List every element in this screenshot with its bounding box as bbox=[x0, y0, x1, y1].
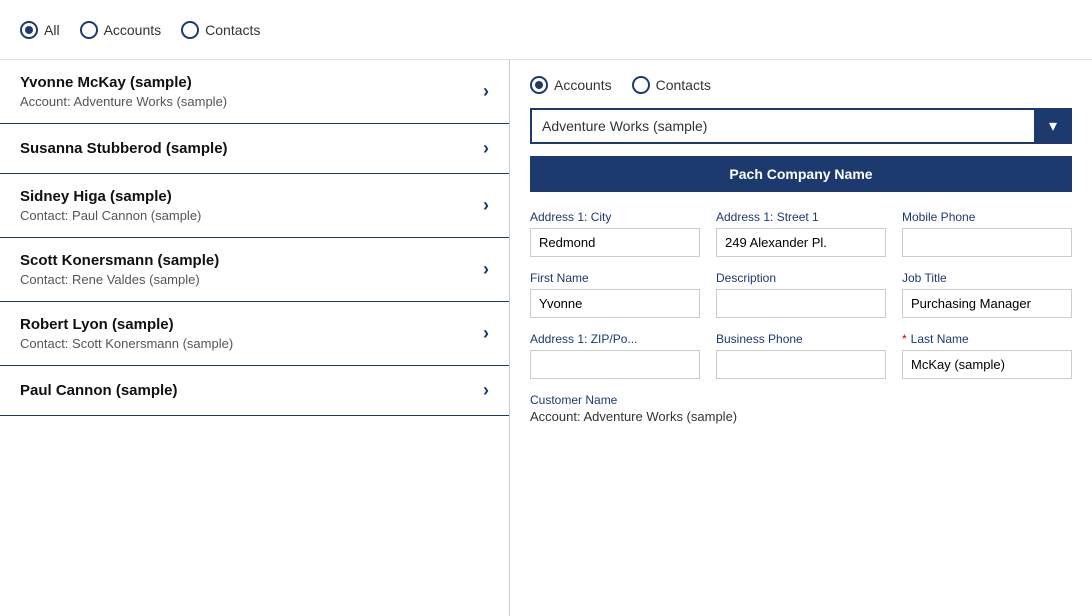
right-detail-panel: Accounts Contacts Adventure Works (sample)… bbox=[510, 60, 1092, 616]
right-radio-circle-contacts bbox=[632, 76, 650, 94]
list-item-sub: Contact: Rene Valdes (sample) bbox=[20, 272, 219, 287]
list-item-content: Paul Cannon (sample) bbox=[20, 382, 178, 399]
list-item-sub: Contact: Scott Konersmann (sample) bbox=[20, 336, 233, 351]
list-item-name: Yvonne McKay (sample) bbox=[20, 74, 227, 91]
form-field-city: Address 1: City bbox=[530, 210, 700, 257]
top-filter-bar: All Accounts Contacts bbox=[0, 0, 1092, 60]
list-item-name: Robert Lyon (sample) bbox=[20, 316, 233, 333]
form-input-mobile[interactable] bbox=[902, 228, 1072, 257]
form-field-mobile: Mobile Phone bbox=[902, 210, 1072, 257]
filter-radio-accounts[interactable]: Accounts bbox=[80, 21, 162, 39]
filter-label-all: All bbox=[44, 22, 60, 38]
form-input-bizphone[interactable] bbox=[716, 350, 886, 379]
form-field-street1: Address 1: Street 1 bbox=[716, 210, 886, 257]
chevron-right-icon: › bbox=[483, 138, 489, 159]
list-item[interactable]: Susanna Stubberod (sample) › bbox=[0, 124, 509, 174]
filter-label-contacts: Contacts bbox=[205, 22, 260, 38]
form-field-description: Description bbox=[716, 271, 886, 318]
required-asterisk: * bbox=[902, 332, 907, 346]
account-dropdown-container: Adventure Works (sample)▾ bbox=[530, 108, 1072, 144]
form-field-jobtitle: Job Title bbox=[902, 271, 1072, 318]
list-item[interactable]: Robert Lyon (sample) Contact: Scott Koner… bbox=[0, 302, 509, 366]
list-item-sub: Account: Adventure Works (sample) bbox=[20, 94, 227, 109]
list-item[interactable]: Yvonne McKay (sample) Account: Adventure … bbox=[0, 60, 509, 124]
right-radio-circle-accounts bbox=[530, 76, 548, 94]
list-item[interactable]: Paul Cannon (sample) › bbox=[0, 366, 509, 416]
form-label-city: Address 1: City bbox=[530, 210, 700, 224]
form-label-jobtitle: Job Title bbox=[902, 271, 1072, 285]
list-item-name: Sidney Higa (sample) bbox=[20, 188, 201, 205]
account-dropdown[interactable]: Adventure Works (sample) bbox=[530, 108, 1072, 144]
list-item[interactable]: Sidney Higa (sample) Contact: Paul Cannon… bbox=[0, 174, 509, 238]
list-item-content: Yvonne McKay (sample) Account: Adventure … bbox=[20, 74, 227, 109]
form-label-lastname: *Last Name bbox=[902, 332, 1072, 346]
patch-company-name-button[interactable]: Pach Company Name bbox=[530, 156, 1072, 192]
list-item-content: Robert Lyon (sample) Contact: Scott Koner… bbox=[20, 316, 233, 351]
form-label-description: Description bbox=[716, 271, 886, 285]
form-input-street1[interactable] bbox=[716, 228, 886, 257]
form-input-zip[interactable] bbox=[530, 350, 700, 379]
filter-label-accounts: Accounts bbox=[104, 22, 162, 38]
form-field-firstname: First Name bbox=[530, 271, 700, 318]
chevron-right-icon: › bbox=[483, 380, 489, 401]
form-label-bizphone: Business Phone bbox=[716, 332, 886, 346]
right-filter-label-accounts: Accounts bbox=[554, 77, 612, 93]
radio-circle-contacts bbox=[181, 21, 199, 39]
list-item-content: Sidney Higa (sample) Contact: Paul Cannon… bbox=[20, 188, 201, 223]
list-item-sub: Contact: Paul Cannon (sample) bbox=[20, 208, 201, 223]
right-filter-radio-contacts[interactable]: Contacts bbox=[632, 76, 711, 94]
list-item-name: Susanna Stubberod (sample) bbox=[20, 140, 228, 157]
form-label-street1: Address 1: Street 1 bbox=[716, 210, 886, 224]
form-input-firstname[interactable] bbox=[530, 289, 700, 318]
form-input-city[interactable] bbox=[530, 228, 700, 257]
chevron-right-icon: › bbox=[483, 259, 489, 280]
filter-radio-all[interactable]: All bbox=[20, 21, 60, 39]
list-item-name: Scott Konersmann (sample) bbox=[20, 252, 219, 269]
form-label-zip: Address 1: ZIP/Po... bbox=[530, 332, 700, 346]
form-input-jobtitle[interactable] bbox=[902, 289, 1072, 318]
form-input-description[interactable] bbox=[716, 289, 886, 318]
right-filter-label-contacts: Contacts bbox=[656, 77, 711, 93]
list-item-content: Susanna Stubberod (sample) bbox=[20, 140, 228, 157]
form-field-zip: Address 1: ZIP/Po... bbox=[530, 332, 700, 379]
right-radio-row: Accounts Contacts bbox=[530, 76, 1072, 94]
right-filter-radio-accounts[interactable]: Accounts bbox=[530, 76, 612, 94]
form-field-bizphone: Business Phone bbox=[716, 332, 886, 379]
customer-name-value: Account: Adventure Works (sample) bbox=[530, 409, 1072, 424]
filter-radio-contacts[interactable]: Contacts bbox=[181, 21, 260, 39]
main-layout: Yvonne McKay (sample) Account: Adventure … bbox=[0, 60, 1092, 616]
chevron-right-icon: › bbox=[483, 81, 489, 102]
form-label-mobile: Mobile Phone bbox=[902, 210, 1072, 224]
list-item-content: Scott Konersmann (sample) Contact: Rene V… bbox=[20, 252, 219, 287]
customer-name-label: Customer Name bbox=[530, 393, 1072, 407]
chevron-right-icon: › bbox=[483, 323, 489, 344]
left-list-panel: Yvonne McKay (sample) Account: Adventure … bbox=[0, 60, 510, 616]
radio-circle-accounts bbox=[80, 21, 98, 39]
radio-circle-all bbox=[20, 21, 38, 39]
chevron-right-icon: › bbox=[483, 195, 489, 216]
form-field-lastname: *Last Name bbox=[902, 332, 1072, 379]
form-input-lastname[interactable] bbox=[902, 350, 1072, 379]
list-item-name: Paul Cannon (sample) bbox=[20, 382, 178, 399]
form-grid: Address 1: City Address 1: Street 1 Mobile… bbox=[530, 210, 1072, 379]
customer-name-section: Customer Name Account: Adventure Works (s… bbox=[530, 393, 1072, 424]
list-item[interactable]: Scott Konersmann (sample) Contact: Rene V… bbox=[0, 238, 509, 302]
form-label-firstname: First Name bbox=[530, 271, 700, 285]
